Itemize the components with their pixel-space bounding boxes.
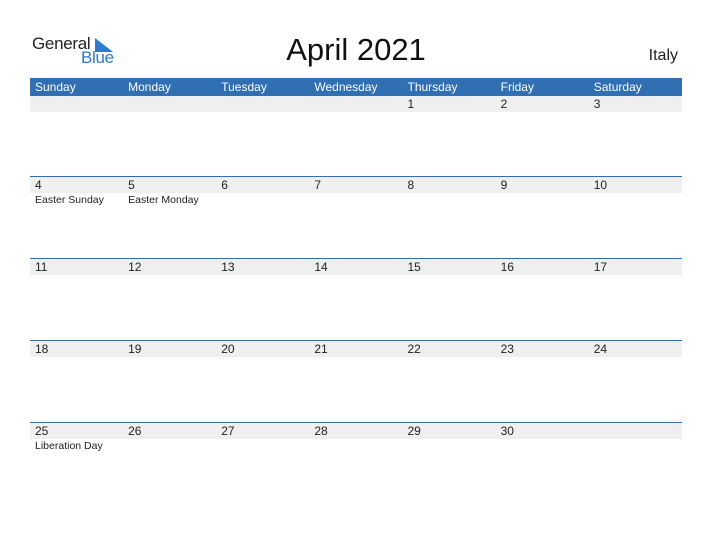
day-number-band: 11 12 13 14 15 16 17	[30, 259, 682, 275]
day-number-band: 1 2 3	[30, 96, 682, 112]
day-number: 6	[221, 178, 228, 192]
holiday-label	[496, 439, 589, 453]
day-number-band: 25 26 27 28 29 30	[30, 423, 682, 439]
day-number: 1	[407, 97, 415, 111]
holiday-label: Easter Monday	[128, 194, 199, 206]
day-number: 24	[593, 342, 608, 356]
holiday-label	[309, 439, 402, 453]
day-number: 10	[593, 178, 608, 192]
country-label: Italy	[648, 47, 678, 64]
day-number: 20	[221, 342, 235, 356]
week-row: 11 12 13 14 15 16 17	[30, 258, 682, 340]
week-row: 1 2 3	[30, 96, 682, 176]
day-number: 26	[128, 424, 142, 438]
week-row: 18 19 20 21 22 23 24	[30, 340, 682, 422]
holiday-label	[309, 193, 402, 207]
holiday-label	[403, 193, 496, 207]
day-number: 29	[407, 424, 421, 438]
day-number: 21	[314, 342, 328, 356]
day-number: 12	[128, 260, 142, 274]
day-number: 9	[500, 178, 508, 192]
day-number: 15	[407, 260, 421, 274]
holiday-band: Liberation Day	[30, 439, 682, 453]
day-number: 8	[407, 178, 415, 192]
holiday-band: Easter Sunday Easter Monday	[30, 193, 682, 207]
holiday-label: Liberation Day	[35, 440, 103, 452]
day-number: 2	[500, 97, 508, 111]
day-number: 17	[593, 260, 608, 274]
day-number	[589, 423, 682, 439]
day-number: 18	[35, 342, 49, 356]
holiday-label	[123, 439, 216, 453]
weekday-saturday: Saturday	[593, 80, 642, 94]
page-title: April 2021	[286, 32, 426, 67]
day-number: 4	[35, 178, 42, 192]
holiday-label	[216, 439, 309, 453]
day-number	[309, 96, 402, 112]
day-number: 13	[221, 260, 235, 274]
weekday-monday: Monday	[128, 80, 171, 94]
day-number: 3	[593, 97, 601, 111]
day-number: 22	[407, 342, 421, 356]
weekday-friday: Friday	[500, 80, 534, 94]
weekday-sunday: Sunday	[35, 80, 76, 94]
calendar-grid: Sunday Monday Tuesday Wednesday Thursday…	[30, 78, 682, 504]
weeks-container: 1 2 3 4 5 6 7 8 9 10 Easter Sunday Easter Monday 11 1…	[30, 96, 682, 504]
day-number: 19	[128, 342, 142, 356]
day-number-band: 4 5 6 7 8 9 10	[30, 177, 682, 193]
day-number	[30, 96, 123, 112]
holiday-label	[403, 439, 496, 453]
day-number-band: 18 19 20 21 22 23 24	[30, 341, 682, 357]
holiday-label: Easter Sunday	[35, 194, 104, 206]
day-number: 23	[500, 342, 514, 356]
holiday-label	[496, 193, 589, 207]
day-number: 27	[221, 424, 235, 438]
day-number	[216, 96, 309, 112]
day-number: 7	[314, 178, 322, 192]
week-row: 4 5 6 7 8 9 10 Easter Sunday Easter Monday	[30, 176, 682, 258]
day-number	[123, 96, 216, 112]
day-number: 14	[314, 260, 328, 274]
holiday-label	[216, 193, 309, 207]
holiday-label	[589, 193, 682, 207]
day-number: 30	[500, 424, 514, 438]
day-number: 28	[314, 424, 328, 438]
holiday-label	[589, 439, 682, 453]
weekday-header: Sunday Monday Tuesday Wednesday Thursday…	[30, 78, 682, 96]
week-row: 25 26 27 28 29 30 Liberation Day	[30, 422, 682, 504]
day-number: 11	[35, 260, 48, 274]
weekday-thursday: Thursday	[407, 80, 458, 94]
weekday-tuesday: Tuesday	[221, 80, 267, 94]
day-number: 5	[128, 178, 135, 192]
weekday-wednesday: Wednesday	[314, 80, 378, 94]
day-number: 25	[35, 424, 49, 438]
day-number: 16	[500, 260, 514, 274]
